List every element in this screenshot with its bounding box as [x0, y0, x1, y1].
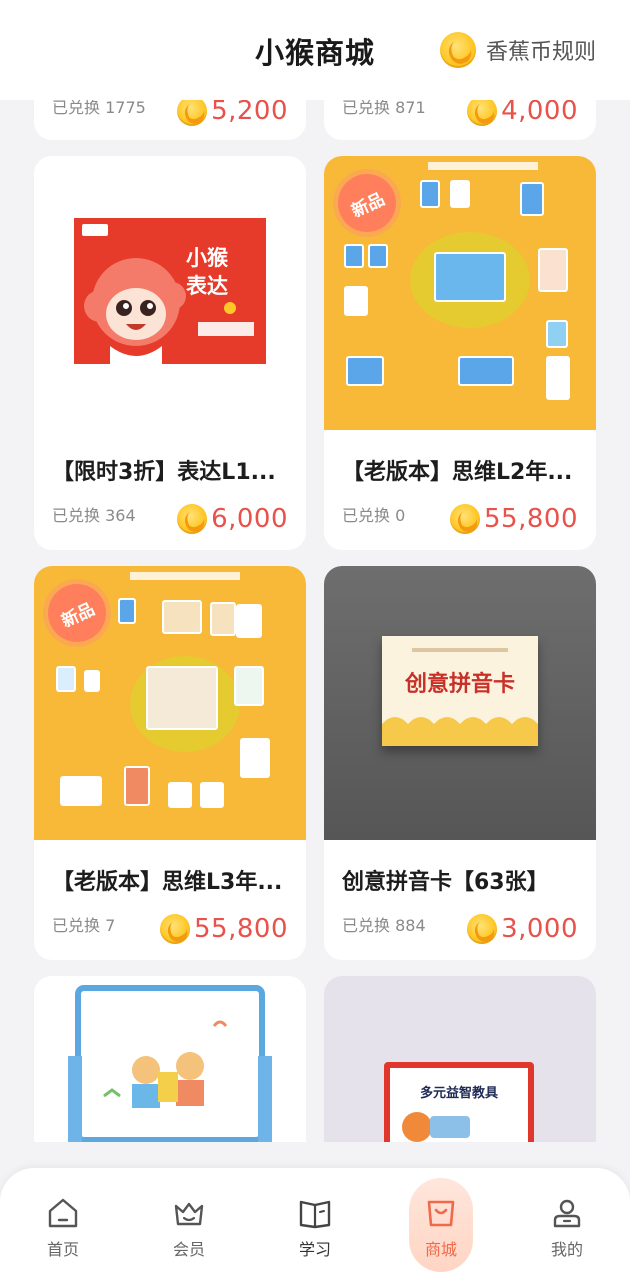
monkey-mascot: [84, 258, 186, 364]
product-card-partial-2[interactable]: 已兑换 871 4,000: [324, 100, 596, 140]
price-value: 5,200: [211, 100, 288, 126]
new-badge: 新品: [38, 574, 116, 652]
tab-label: 会员: [172, 1240, 205, 1259]
sold-count: 已兑换 1775: [52, 100, 146, 117]
product-image: 多元益智教具: [324, 976, 596, 1142]
box-title: 创意拼音卡: [404, 671, 515, 697]
price-value: 3,000: [501, 914, 578, 944]
banana-coin-icon: [467, 100, 498, 126]
tab-home[interactable]: 首页: [0, 1168, 126, 1280]
price-value: 55,800: [194, 914, 288, 944]
banana-coin-icon: [450, 504, 481, 534]
tab-mine[interactable]: 我的: [504, 1168, 630, 1280]
product-card[interactable]: 小猴 表达 【限时3折】表达L1... 已兑换 364 6,000: [34, 156, 306, 550]
banana-coin-icon: [177, 100, 208, 126]
price: 5,200: [177, 100, 288, 126]
person-icon: [553, 1199, 581, 1228]
sold-count: 已兑换 364: [52, 506, 136, 525]
product-image: 小猴 表达: [34, 156, 306, 430]
banana-coin-icon: [177, 504, 208, 534]
product-image: 新品: [34, 566, 306, 840]
product-name: 【老版本】思维L3年...: [52, 870, 283, 895]
tab-member[interactable]: 会员: [126, 1168, 252, 1280]
sold-count: 已兑换 871: [342, 100, 426, 117]
banana-coin-icon: [467, 914, 498, 944]
tab-label: 商城: [424, 1240, 457, 1259]
price: 55,800: [450, 504, 578, 534]
product-image: 新品: [324, 156, 596, 430]
banana-coin-icon: [439, 32, 476, 68]
product-card[interactable]: 新品 【老版本】思维L2年... 已兑换 0 55,800: [324, 156, 596, 550]
price: 55,800: [160, 914, 288, 944]
price-value: 55,800: [484, 504, 578, 534]
sold-count: 已兑换 0: [342, 506, 406, 525]
crown-basket-icon: [174, 1202, 204, 1226]
product-name: 创意拼音卡【63张】: [342, 870, 549, 895]
product-grid: 已兑换 1775 5,200 已兑换 871 4,000 小猴 表达 【限时3折…: [0, 0, 630, 1142]
product-name: 【限时3折】表达L1...: [52, 460, 276, 485]
new-badge: 新品: [328, 164, 406, 242]
banana-coin-icon: [160, 914, 191, 944]
product-card[interactable]: 多元益智教具: [324, 976, 596, 1142]
product-card[interactable]: [34, 976, 306, 1142]
home-icon: [48, 1198, 78, 1228]
price-value: 6,000: [211, 504, 288, 534]
sold-count: 已兑换 7: [52, 916, 116, 935]
book-cover: 小猴 表达: [74, 218, 266, 364]
tab-label: 首页: [46, 1240, 79, 1259]
whiteboard-illustration: [68, 985, 272, 1142]
sold-count: 已兑换 884: [342, 916, 426, 935]
price: 4,000: [467, 100, 578, 126]
product-name: 【老版本】思维L2年...: [342, 460, 573, 485]
price-value: 4,000: [501, 100, 578, 126]
banana-coin-rules-button[interactable]: 香蕉币规则: [439, 30, 596, 70]
toy-box: 多元益智教具: [384, 1062, 534, 1142]
card-box: 创意拼音卡: [382, 636, 538, 746]
top-bar: 小猴商城 香蕉币规则: [0, 0, 630, 100]
rules-label: 香蕉币规则: [485, 40, 596, 65]
tab-study[interactable]: 学习: [252, 1168, 378, 1280]
product-card[interactable]: 创意拼音卡 创意拼音卡【63张】 已兑换 884 3,000: [324, 566, 596, 960]
tab-label: 我的: [550, 1240, 583, 1259]
tab-label: 学习: [298, 1240, 331, 1259]
tab-mall[interactable]: 商城: [378, 1168, 504, 1280]
cover-title-2: 表达: [186, 274, 228, 298]
box-title: 多元益智教具: [419, 1086, 498, 1101]
book-icon: [299, 1200, 331, 1229]
product-card[interactable]: 新品 【老版本】思维L3年... 已兑换 7 55,800: [34, 566, 306, 960]
bottom-tab-bar: 首页 会员 学习 商城 我的: [0, 1168, 630, 1280]
shop-bag-icon: [427, 1200, 455, 1227]
price: 6,000: [177, 504, 288, 534]
product-card-partial-1[interactable]: 已兑换 1775 5,200: [34, 100, 306, 140]
price: 3,000: [467, 914, 578, 944]
product-image: 创意拼音卡: [324, 566, 596, 840]
product-image: [34, 976, 306, 1142]
cover-title-1: 小猴: [186, 246, 228, 270]
